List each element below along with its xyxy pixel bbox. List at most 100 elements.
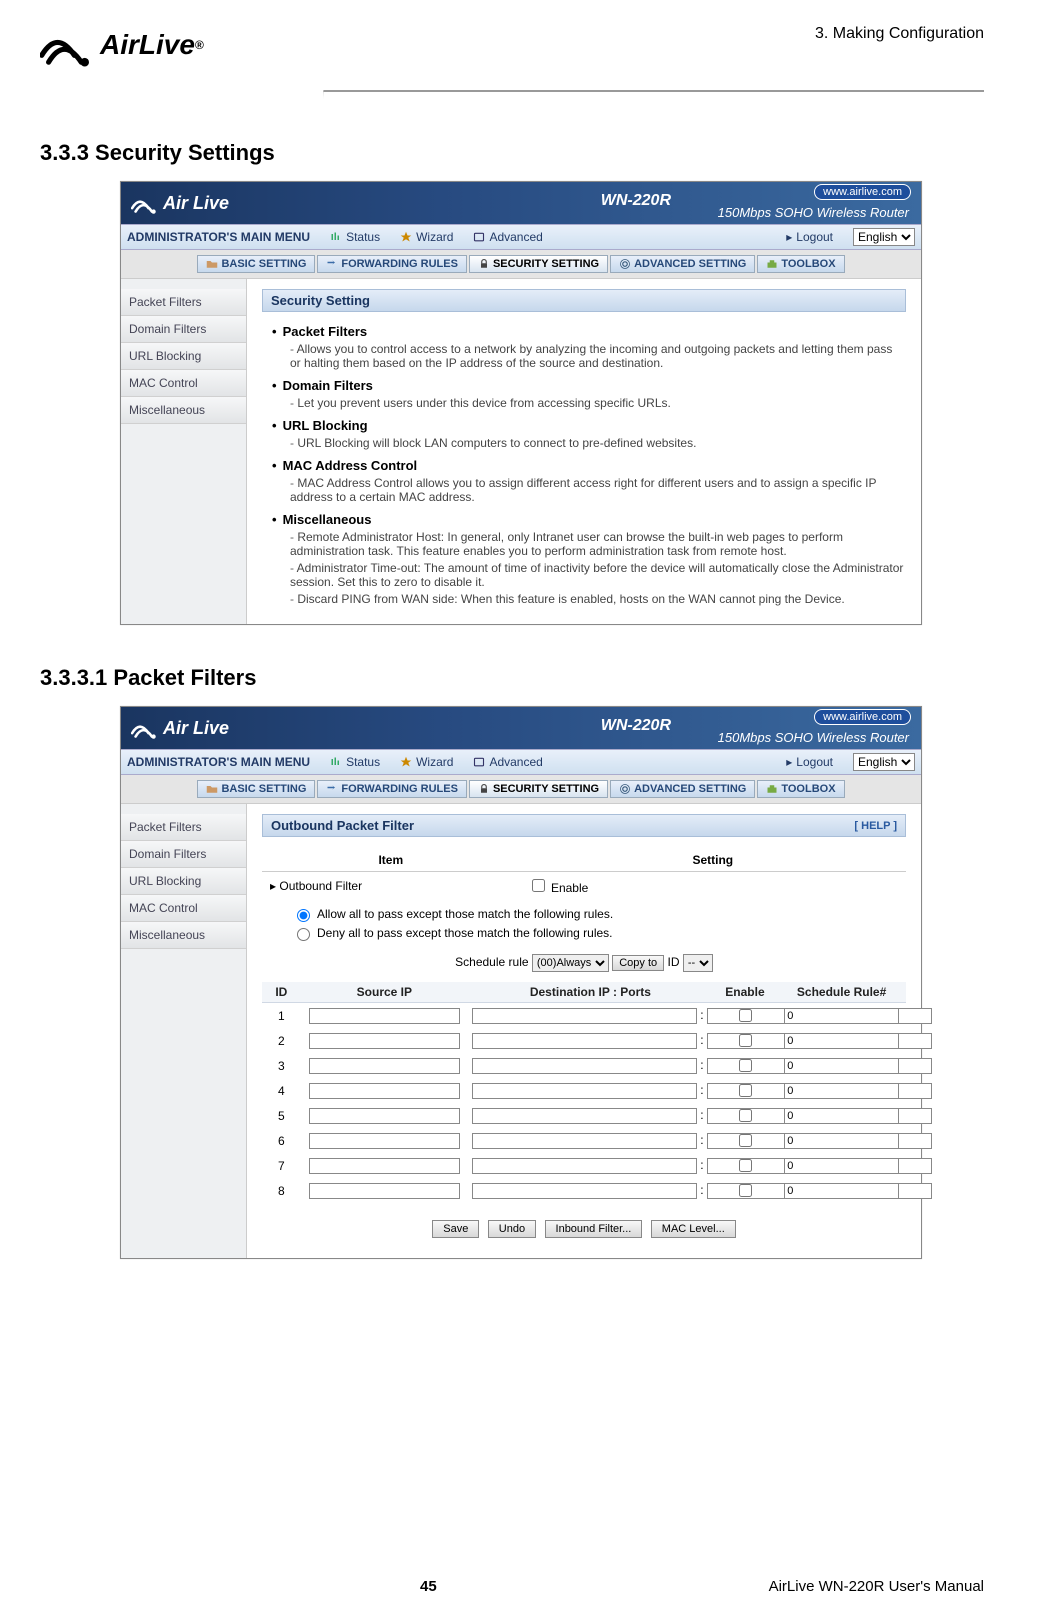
help-link[interactable]: [ HELP ]	[854, 820, 897, 832]
save-button[interactable]: Save	[432, 1220, 479, 1238]
schedule-rule-input[interactable]	[784, 1183, 899, 1199]
table-row: 8 :	[262, 1178, 906, 1203]
row-enable-checkbox[interactable]	[739, 1034, 752, 1047]
schedule-rule-input[interactable]	[784, 1083, 899, 1099]
row-enable-checkbox[interactable]	[739, 1009, 752, 1022]
sidebar-item-packet-filters[interactable]: Packet Filters	[121, 289, 246, 316]
sidebar-item-domain-filters[interactable]: Domain Filters	[121, 841, 246, 868]
row-enable-checkbox[interactable]	[739, 1159, 752, 1172]
schedule-rule-input[interactable]	[784, 1058, 899, 1074]
router-logo: Air Live	[131, 716, 229, 740]
schedule-select[interactable]: (00)Always	[532, 954, 609, 972]
copy-to-button[interactable]: Copy to	[612, 955, 664, 971]
menu-status-label: Status	[346, 755, 380, 769]
sidebar-item-url-blocking[interactable]: URL Blocking	[121, 868, 246, 895]
undo-button[interactable]: Undo	[488, 1220, 536, 1238]
tab-advanced-setting[interactable]: ADVANCED SETTING	[610, 255, 755, 273]
schedule-rule-input[interactable]	[784, 1133, 899, 1149]
url-badge[interactable]: www.airlive.com	[814, 184, 911, 200]
menu-logout[interactable]: ▸ Logout	[786, 230, 833, 244]
dst-ip-input[interactable]	[472, 1033, 697, 1049]
row-enable-checkbox[interactable]	[739, 1059, 752, 1072]
mac-button[interactable]: MAC Level...	[651, 1220, 736, 1238]
menu-status[interactable]: Status	[330, 230, 380, 244]
item-desc-url-blocking: URL Blocking will block LAN computers to…	[290, 436, 906, 450]
sidebar-item-packet-filters[interactable]: Packet Filters	[121, 814, 246, 841]
dst-ip-input[interactable]	[472, 1158, 697, 1174]
sidebar-item-url-blocking[interactable]: URL Blocking	[121, 343, 246, 370]
folder-icon	[206, 783, 218, 795]
tab-advanced-setting[interactable]: ADVANCED SETTING	[610, 780, 755, 798]
table-row: 4 :	[262, 1078, 906, 1103]
row-enable-checkbox[interactable]	[739, 1134, 752, 1147]
tab-forwarding-rules[interactable]: FORWARDING RULES	[317, 255, 467, 273]
row-enable-checkbox[interactable]	[739, 1084, 752, 1097]
allow-radio[interactable]	[297, 909, 310, 922]
tab-toolbox[interactable]: TOOLBOX	[757, 780, 844, 798]
row-enable-checkbox[interactable]	[739, 1109, 752, 1122]
src-ip-input[interactable]	[309, 1158, 460, 1174]
src-ip-input[interactable]	[309, 1083, 460, 1099]
toolbox-icon	[766, 783, 778, 795]
tab-security-label: SECURITY SETTING	[493, 258, 599, 270]
tab-basic-setting[interactable]: BASIC SETTING	[197, 255, 315, 273]
tab-forwarding-rules[interactable]: FORWARDING RULES	[317, 780, 467, 798]
menu-wizard[interactable]: Wizard	[400, 755, 453, 769]
item-desc-packet-filters: Allows you to control access to a networ…	[290, 342, 906, 370]
schedule-rule-input[interactable]	[784, 1008, 899, 1024]
dst-ip-input[interactable]	[472, 1008, 697, 1024]
col-src: Source IP	[301, 982, 468, 1003]
inbound-button[interactable]: Inbound Filter...	[545, 1220, 643, 1238]
schedule-rule-input[interactable]	[784, 1033, 899, 1049]
src-ip-input[interactable]	[309, 1108, 460, 1124]
url-badge[interactable]: www.airlive.com	[814, 709, 911, 725]
dst-ip-input[interactable]	[472, 1133, 697, 1149]
tab-security-setting[interactable]: SECURITY SETTING	[469, 255, 608, 273]
dst-ip-input[interactable]	[472, 1108, 697, 1124]
content-area: Security Setting Packet Filters Allows y…	[247, 279, 921, 624]
tab-toolbox-label: TOOLBOX	[781, 258, 835, 270]
src-ip-input[interactable]	[309, 1058, 460, 1074]
sidebar-item-miscellaneous[interactable]: Miscellaneous	[121, 397, 246, 424]
menu-wizard[interactable]: Wizard	[400, 230, 453, 244]
sidebar-item-mac-control[interactable]: MAC Control	[121, 370, 246, 397]
deny-label: Deny all to pass except those match the …	[317, 926, 613, 940]
tab-security-label: SECURITY SETTING	[493, 783, 599, 795]
table-row: 6 :	[262, 1128, 906, 1153]
sub-menu: BASIC SETTING FORWARDING RULES SECURITY …	[121, 775, 921, 804]
packet-filter-table: ID Source IP Destination IP : Ports Enab…	[262, 982, 906, 1203]
tab-toolbox[interactable]: TOOLBOX	[757, 255, 844, 273]
sidebar-item-miscellaneous[interactable]: Miscellaneous	[121, 922, 246, 949]
tab-forwarding-label: FORWARDING RULES	[341, 783, 458, 795]
router-wave-icon	[131, 191, 159, 215]
menu-status[interactable]: Status	[330, 755, 380, 769]
sidebar-item-mac-control[interactable]: MAC Control	[121, 895, 246, 922]
src-ip-input[interactable]	[309, 1133, 460, 1149]
page-footer: 45 AirLive WN-220R User's Manual	[0, 1578, 1044, 1595]
outbound-top-table: Item Setting ▸ Outbound Filter Enable	[262, 849, 906, 948]
schedule-rule-input[interactable]	[784, 1108, 899, 1124]
row-enable-checkbox[interactable]	[739, 1184, 752, 1197]
schedule-label: Schedule rule	[455, 955, 528, 969]
src-ip-input[interactable]	[309, 1183, 460, 1199]
src-ip-input[interactable]	[309, 1008, 460, 1024]
dst-ip-input[interactable]	[472, 1083, 697, 1099]
language-select[interactable]: English	[853, 228, 915, 246]
tab-basic-setting[interactable]: BASIC SETTING	[197, 780, 315, 798]
dst-ip-input[interactable]	[472, 1183, 697, 1199]
breadcrumb: 3. Making Configuration	[815, 20, 984, 43]
menu-logout[interactable]: ▸ Logout	[786, 755, 833, 769]
enable-checkbox[interactable]	[532, 879, 545, 892]
deny-radio[interactable]	[297, 928, 310, 941]
tab-security-setting[interactable]: SECURITY SETTING	[469, 780, 608, 798]
schedule-rule-input[interactable]	[784, 1158, 899, 1174]
language-select[interactable]: English	[853, 753, 915, 771]
menu-advanced[interactable]: Advanced	[473, 755, 542, 769]
menu-advanced[interactable]: Advanced	[473, 230, 542, 244]
id-select[interactable]: --	[683, 954, 713, 972]
col-dst: Destination IP : Ports	[468, 982, 713, 1003]
src-ip-input[interactable]	[309, 1033, 460, 1049]
sidebar-item-domain-filters[interactable]: Domain Filters	[121, 316, 246, 343]
dst-ip-input[interactable]	[472, 1058, 697, 1074]
page-number: 45	[420, 1578, 437, 1595]
